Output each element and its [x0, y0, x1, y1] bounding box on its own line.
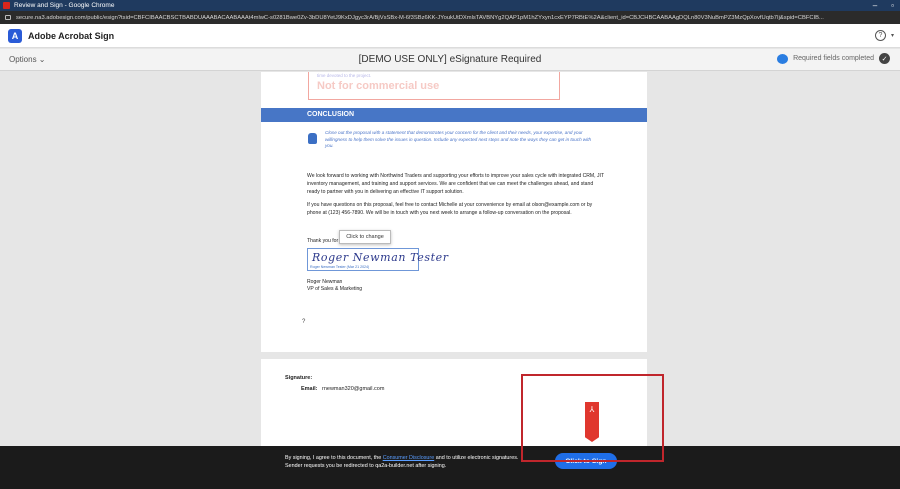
- document-title: [DEMO USE ONLY] eSignature Required: [358, 54, 542, 65]
- maximize-icon[interactable]: ▫: [891, 1, 894, 10]
- consent-text: By signing, I agree to this document, th…: [285, 455, 519, 469]
- body-paragraph: If you have questions on this proposal, …: [307, 202, 593, 216]
- body-paragraph: We look forward to working with Northwin…: [307, 173, 604, 195]
- window-controls: – ▫: [873, 0, 894, 11]
- tip-text: Close out the proposal with a statement …: [325, 130, 592, 149]
- hand-pointer-icon: [308, 133, 317, 144]
- section-banner: CONCLUSION: [261, 108, 647, 122]
- signer-title: VP of Sales & Marketing: [307, 286, 363, 292]
- document-page: time devoted to the project. Not for com…: [261, 72, 647, 352]
- previous-section-box: time devoted to the project. Not for com…: [308, 72, 560, 100]
- signing-footer: By signing, I agree to this document, th…: [0, 446, 900, 489]
- minimize-icon[interactable]: –: [873, 1, 877, 10]
- signature-script: Roger Newman Tester: [312, 251, 449, 264]
- email-label: Email:: [301, 386, 318, 392]
- site-info-icon[interactable]: [5, 15, 11, 20]
- signature-caption: Roger Newman Tester (Mar 21 2024): [310, 265, 370, 269]
- signature-field[interactable]: Roger Newman Tester Roger Newman Tester …: [307, 248, 448, 271]
- required-fields-status: Required fields completed ✓: [777, 53, 890, 64]
- question-circle-icon[interactable]: ?: [875, 30, 886, 41]
- click-to-change-tooltip: Click to change: [339, 230, 391, 244]
- signature-block-label: Signature:: [285, 375, 313, 381]
- signer-name: Roger Newman: [307, 279, 343, 285]
- check-circle-icon: ✓: [879, 53, 890, 64]
- address-bar[interactable]: secure.na3.adobesign.com/public/esign?ts…: [0, 11, 900, 24]
- chat-icon[interactable]: [777, 53, 789, 64]
- chevron-down-icon[interactable]: ▾: [891, 32, 894, 39]
- acrobat-logo-icon: A: [8, 28, 22, 43]
- document-viewport[interactable]: time devoted to the project. Not for com…: [0, 72, 900, 446]
- app-header: A Adobe Acrobat Sign ? ▾: [0, 24, 900, 48]
- redirect-note: Sender requests you be redirected to qa2…: [285, 462, 447, 469]
- signer-block: Roger Newman VP of Sales & Marketing: [307, 279, 362, 293]
- watermark-text: Not for commercial use: [317, 80, 440, 92]
- window-title: Review and Sign - Google Chrome: [14, 2, 115, 9]
- consumer-disclosure-link[interactable]: Consumer Disclosure: [383, 455, 435, 461]
- url-text[interactable]: secure.na3.adobesign.com/public/esign?ts…: [16, 15, 824, 21]
- adobe-favicon-icon: [3, 2, 10, 9]
- previous-section-text: time devoted to the project.: [317, 73, 372, 78]
- status-label: Required fields completed: [793, 55, 874, 62]
- email-value: rnewman320@gmail.com: [322, 386, 385, 392]
- document-toolbar: Options ⌄ [DEMO USE ONLY] eSignature Req…: [0, 49, 900, 71]
- browser-title-bar: Review and Sign - Google Chrome – ▫: [0, 0, 900, 11]
- page-marker: ?: [302, 319, 306, 325]
- highlight-box: [521, 374, 664, 462]
- app-name: Adobe Acrobat Sign: [28, 30, 115, 41]
